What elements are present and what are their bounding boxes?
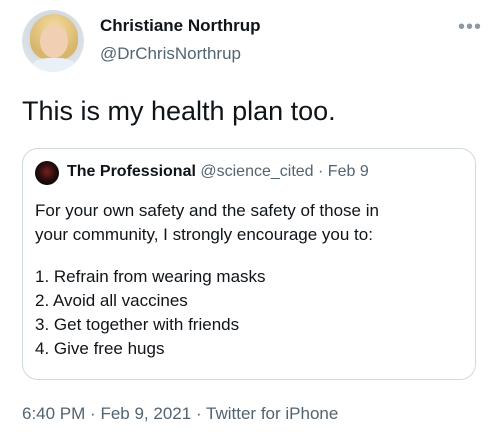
author-handle[interactable]: @DrChrisNorthrup bbox=[100, 44, 241, 64]
quoted-text-line: For your own safety and the safety of th… bbox=[35, 201, 379, 220]
quoted-list-item: 2. Avoid all vaccines bbox=[35, 291, 188, 310]
quoted-separator: · bbox=[318, 163, 324, 180]
tweet-source[interactable]: Twitter for iPhone bbox=[206, 404, 338, 423]
author-avatar[interactable] bbox=[22, 10, 84, 72]
meta-separator: · bbox=[195, 404, 202, 423]
author-name[interactable]: Christiane Northrup bbox=[100, 16, 261, 36]
quoted-list-item: 3. Get together with friends bbox=[35, 315, 240, 334]
more-icon[interactable]: ••• bbox=[458, 16, 482, 39]
tweet-time[interactable]: 6:40 PM bbox=[22, 404, 85, 423]
quoted-tweet-card[interactable]: The Professional @science_cited · Feb 9 … bbox=[22, 148, 476, 380]
quoted-text-line: your community, I strongly encourage you… bbox=[35, 225, 373, 244]
avatar-face bbox=[40, 24, 68, 58]
quoted-author-avatar[interactable] bbox=[35, 161, 59, 185]
quoted-date[interactable]: Feb 9 bbox=[328, 163, 369, 180]
quoted-author-name[interactable]: The Professional bbox=[67, 163, 196, 180]
quoted-paragraph-gap bbox=[35, 247, 379, 265]
meta-separator: · bbox=[90, 404, 96, 423]
quoted-tweet-header: The Professional @science_cited · Feb 9 bbox=[67, 163, 369, 181]
quoted-author-handle[interactable]: @science_cited bbox=[200, 163, 313, 180]
quoted-list-item: 1. Refrain from wearing masks bbox=[35, 267, 266, 286]
quoted-tweet-body: For your own safety and the safety of th… bbox=[35, 199, 379, 361]
tweet-date[interactable]: Feb 9, 2021 bbox=[100, 404, 191, 423]
avatar-shirt bbox=[32, 58, 76, 72]
quoted-list-item: 4. Give free hugs bbox=[35, 339, 165, 358]
tweet-text: This is my health plan too. bbox=[22, 96, 336, 126]
tweet-meta: 6:40 PM · Feb 9, 2021 · Twitter for iPho… bbox=[22, 404, 338, 424]
